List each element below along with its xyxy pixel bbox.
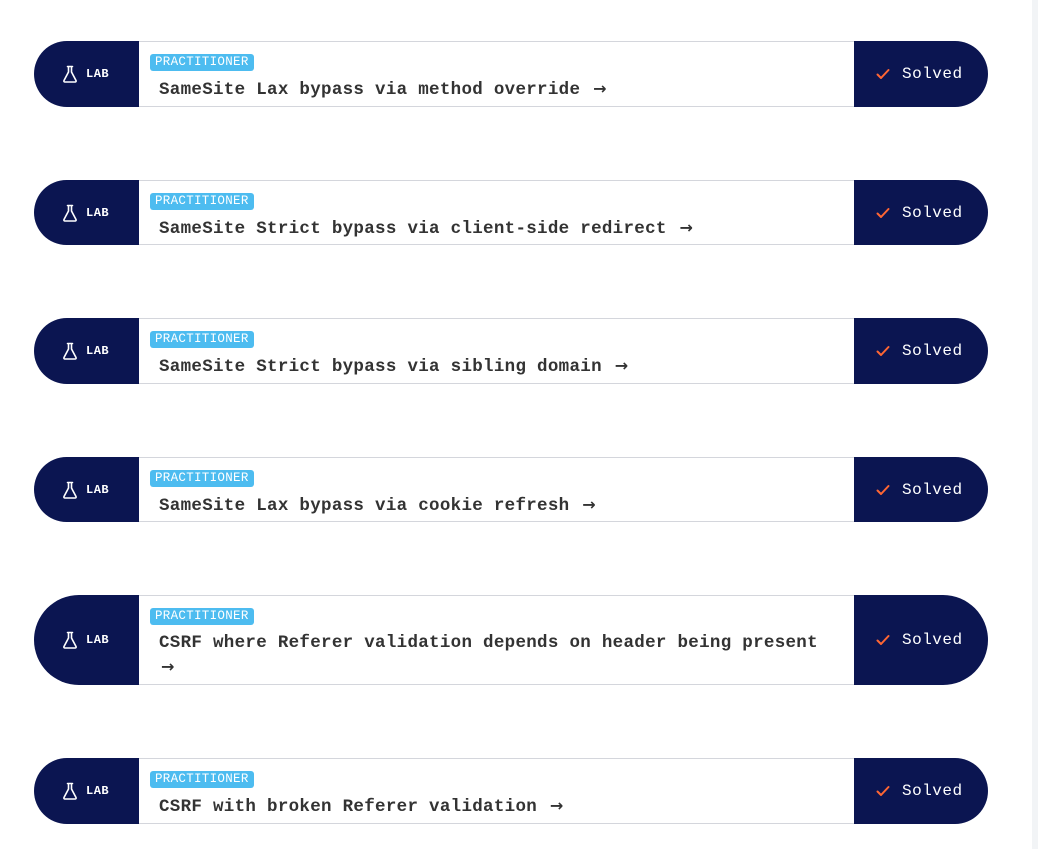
status-pill: Solved <box>854 758 988 824</box>
status-label: Solved <box>902 203 963 222</box>
arrow-right-icon: → <box>582 495 596 514</box>
lab-body: PRACTITIONER SameSite Lax bypass via coo… <box>139 457 854 522</box>
lab-title-link[interactable]: CSRF where Referer validation depends on… <box>159 631 840 680</box>
lab-title-text: SameSite Strict bypass via sibling domai… <box>159 357 602 377</box>
lab-type-pill: LAB <box>34 595 139 685</box>
lab-title-link[interactable]: SameSite Lax bypass via method override … <box>159 77 840 102</box>
lab-row: LAB PRACTITIONER CSRF with broken Refere… <box>34 758 988 824</box>
status-label: Solved <box>902 65 963 83</box>
check-icon <box>876 786 890 796</box>
arrow-right-icon: → <box>614 356 629 375</box>
level-badge: PRACTITIONER <box>150 331 254 348</box>
status-pill: Solved <box>854 318 988 384</box>
status-pill: Solved <box>854 180 988 245</box>
lab-title-link[interactable]: SameSite Lax bypass via cookie refresh → <box>159 493 840 518</box>
lab-title-text: SameSite Strict bypass via client-side r… <box>159 219 667 239</box>
lab-type-pill: LAB <box>34 180 139 245</box>
lab-body: PRACTITIONER SameSite Lax bypass via met… <box>139 41 854 107</box>
arrow-right-icon: → <box>593 79 607 98</box>
status-label: Solved <box>902 782 963 800</box>
lab-type-label: LAB <box>86 67 110 81</box>
lab-row: LAB PRACTITIONER SameSite Lax bypass via… <box>34 457 988 522</box>
check-icon <box>876 635 890 645</box>
lab-type-label: LAB <box>86 205 110 220</box>
level-badge: PRACTITIONER <box>150 54 254 71</box>
check-icon <box>876 69 890 79</box>
lab-title-text: CSRF where Referer validation depends on… <box>159 633 818 653</box>
lab-body: PRACTITIONER CSRF with broken Referer va… <box>139 758 854 824</box>
lab-title-link[interactable]: SameSite Strict bypass via sibling domai… <box>159 354 840 379</box>
status-label: Solved <box>902 342 963 360</box>
lab-type-label: LAB <box>86 784 110 798</box>
arrow-right-icon: → <box>679 218 694 237</box>
level-badge: PRACTITIONER <box>150 470 254 487</box>
lab-type-label: LAB <box>86 633 110 647</box>
lab-title-text: SameSite Lax bypass via method override <box>159 80 581 100</box>
arrow-right-icon: → <box>161 657 175 676</box>
check-icon <box>876 207 890 218</box>
lab-row: LAB PRACTITIONER SameSite Lax bypass via… <box>34 41 988 107</box>
level-badge: PRACTITIONER <box>150 193 254 210</box>
lab-body: PRACTITIONER CSRF where Referer validati… <box>139 595 854 685</box>
status-pill: Solved <box>854 457 988 522</box>
lab-title-link[interactable]: CSRF with broken Referer validation → <box>159 794 840 819</box>
lab-type-pill: LAB <box>34 41 139 107</box>
flask-icon <box>63 481 77 499</box>
lab-row: LAB PRACTITIONER CSRF where Referer vali… <box>34 595 988 685</box>
lab-type-pill: LAB <box>34 457 139 522</box>
status-label: Solved <box>902 480 963 499</box>
arrow-right-icon: → <box>549 796 564 815</box>
lab-title-link[interactable]: SameSite Strict bypass via client-side r… <box>159 216 840 241</box>
status-pill: Solved <box>854 595 988 685</box>
flask-icon <box>63 782 77 800</box>
check-icon <box>876 484 890 495</box>
status-pill: Solved <box>854 41 988 107</box>
level-badge: PRACTITIONER <box>150 771 254 788</box>
lab-type-label: LAB <box>86 344 110 358</box>
flask-icon <box>63 631 77 649</box>
lab-list-page: LAB PRACTITIONER SameSite Lax bypass via… <box>0 0 1038 849</box>
lab-title-text: CSRF with broken Referer validation <box>159 797 538 817</box>
flask-icon <box>63 204 77 222</box>
lab-title-text: SameSite Lax bypass via cookie refresh <box>159 496 570 516</box>
status-label: Solved <box>902 631 963 649</box>
check-icon <box>876 346 890 356</box>
lab-body: PRACTITIONER SameSite Strict bypass via … <box>139 180 854 245</box>
lab-body: PRACTITIONER SameSite Strict bypass via … <box>139 318 854 384</box>
lab-row: LAB PRACTITIONER SameSite Strict bypass … <box>34 180 988 245</box>
flask-icon <box>63 65 77 83</box>
lab-type-pill: LAB <box>34 318 139 384</box>
flask-icon <box>63 342 77 360</box>
scrollbar-track[interactable] <box>1032 0 1038 849</box>
lab-row: LAB PRACTITIONER SameSite Strict bypass … <box>34 318 988 384</box>
lab-type-label: LAB <box>86 482 110 497</box>
lab-type-pill: LAB <box>34 758 139 824</box>
level-badge: PRACTITIONER <box>150 608 254 625</box>
